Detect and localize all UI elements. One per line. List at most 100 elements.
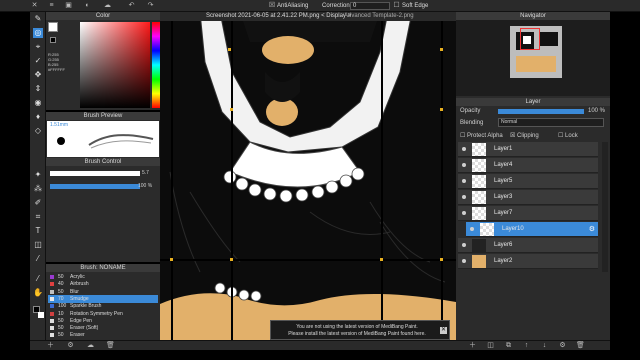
layer-row[interactable]: Layer6	[458, 238, 598, 253]
blending-label: Blending	[460, 120, 484, 126]
brush-tool-icon[interactable]: ✓	[33, 56, 43, 66]
close-icon[interactable]: ✕	[30, 2, 39, 10]
delete-layer-icon[interactable]: 🗑	[576, 341, 585, 350]
right-margin	[610, 12, 640, 350]
layer-thumbnail	[472, 239, 486, 252]
layer-name: Layer7	[494, 210, 513, 216]
correction-select[interactable]: 0	[350, 2, 390, 10]
opacity-label: Opacity	[460, 108, 481, 114]
top-toolbar: ✕ ≡ ▣ ◐ ☁ ↶ ↷ ☒ AntiAliasing Correction …	[0, 0, 640, 12]
opacity-value: 100 %	[588, 108, 606, 114]
layer-row[interactable]: Layer10 ⚙	[466, 222, 598, 237]
correction-label: Correction	[322, 3, 350, 9]
hand-tool-icon[interactable]: ✋	[33, 288, 43, 298]
color-panel: Color R:255 G:255 B:255 #FFFFFF	[46, 12, 160, 110]
menu-icon[interactable]: ≡	[47, 2, 56, 10]
move-tool-icon[interactable]: ✥	[33, 70, 43, 80]
gradient-tool-icon[interactable]: ⇕	[33, 84, 43, 94]
eye-icon[interactable]	[462, 179, 466, 183]
layer-row[interactable]: Layer4	[458, 158, 598, 173]
add-brush-icon[interactable]: ＋	[46, 341, 55, 350]
notice-line-2: Please install the latest version of Med…	[288, 331, 426, 337]
soft-edge-label: Soft Edge	[402, 3, 429, 9]
notice-close-icon[interactable]: ✕	[440, 327, 447, 334]
sub-color-swatch-small[interactable]	[50, 37, 56, 43]
move-up-icon[interactable]: ↑	[522, 341, 531, 350]
layer-scrollbar[interactable]	[602, 142, 608, 272]
tab-active-document[interactable]: Screenshot 2021-06-05 at 2.41.22 PM.png …	[206, 12, 351, 21]
brush-settings-icon[interactable]: ⚙	[66, 341, 75, 350]
brush-size-slider[interactable]	[50, 171, 140, 176]
layer-thumbnail	[472, 191, 486, 204]
dropper-tool-icon[interactable]: ✐	[33, 198, 43, 208]
bottom-bar: ＋ ⚙ ☁ 🗑 ＋ ◫ ⧉ ↑ ↓ ⚙ 🗑	[30, 340, 610, 350]
redo-icon[interactable]: ↷	[146, 2, 155, 10]
lock-checkbox[interactable]: ☐ Lock	[558, 132, 578, 139]
text-tool-icon[interactable]: T	[33, 226, 43, 236]
save-icon[interactable]: ▣	[64, 2, 73, 10]
layer-settings-icon[interactable]: ⚙	[558, 341, 567, 350]
blur-tool-icon[interactable]: ⁂	[33, 184, 43, 194]
add-halftone-layer-icon[interactable]: ◫	[486, 341, 495, 350]
selection-tool-icon[interactable]: ◎	[33, 28, 43, 38]
brush-delete-icon[interactable]: 🗑	[106, 341, 115, 350]
hue-slider[interactable]	[152, 22, 160, 108]
layer-thumbnail	[472, 175, 486, 188]
brush-opacity-slider[interactable]	[50, 184, 140, 189]
clipping-checkbox[interactable]: ☒ Clipping	[510, 132, 539, 139]
eye-icon[interactable]	[462, 195, 466, 199]
crop-tool-icon[interactable]: ⌗	[33, 212, 43, 222]
brush-color-swatch	[50, 289, 54, 294]
color-values: R:255 G:255 B:255 #FFFFFF	[48, 52, 65, 72]
update-notice[interactable]: You are not using the latest version of …	[270, 320, 450, 340]
wand-tool-icon[interactable]: ✦	[33, 170, 43, 180]
brush-color-swatch	[50, 326, 54, 331]
brush-list-title: Brush: NONAME	[46, 264, 160, 272]
add-layer-icon[interactable]: ＋	[468, 341, 477, 350]
layer-settings-gear-icon[interactable]: ⚙	[589, 222, 595, 237]
tab-other-document[interactable]: Advanced Template-2.png	[344, 12, 414, 21]
lasso-tool-icon[interactable]: ⌖	[33, 42, 43, 52]
soft-edge-checkbox[interactable]: ☐	[392, 2, 401, 10]
opacity-slider[interactable]	[498, 109, 584, 114]
pen-tool-icon[interactable]: ✎	[33, 14, 43, 24]
navigator-view[interactable]	[456, 20, 610, 96]
layer-row[interactable]: Layer5	[458, 174, 598, 189]
brush-cloud-icon[interactable]: ☁	[86, 341, 95, 350]
left-margin	[0, 12, 30, 350]
layer-name: Layer6	[494, 242, 513, 248]
layer-row[interactable]: Layer2	[458, 254, 598, 269]
layer-row[interactable]: Layer1	[458, 142, 598, 157]
brush-list-item[interactable]: 50 Eraser	[48, 331, 158, 339]
color-icon[interactable]: ◐	[83, 2, 92, 10]
eraser-tool-icon[interactable]: ◇	[33, 126, 43, 136]
undo-icon[interactable]: ↶	[127, 2, 136, 10]
picker-tool-icon[interactable]: ⁄	[33, 274, 43, 284]
duplicate-layer-icon[interactable]: ⧉	[504, 341, 513, 350]
drawing-canvas[interactable]: Screenshot 2021-06-05 at 2.41.22 PM.png …	[160, 12, 456, 350]
move-down-icon[interactable]: ↓	[540, 341, 549, 350]
frame-tool-icon[interactable]: ◫	[33, 240, 43, 250]
layer-name: Layer1	[494, 146, 513, 152]
sub-color-swatch[interactable]	[38, 312, 44, 318]
bucket-tool-icon[interactable]: ♦	[33, 112, 43, 122]
eye-icon[interactable]	[462, 259, 466, 263]
layer-row[interactable]: Layer3	[458, 190, 598, 205]
eye-icon[interactable]	[462, 243, 466, 247]
eye-icon[interactable]	[462, 211, 466, 215]
eye-icon[interactable]	[470, 227, 474, 231]
cloud-icon[interactable]: ☁	[103, 2, 112, 10]
layer-name: Layer10	[502, 226, 524, 232]
blending-select[interactable]: Normal	[498, 118, 604, 127]
protect-alpha-checkbox[interactable]: ☐ Protect Alpha	[460, 132, 503, 139]
eyedropper-tool-icon[interactable]: ⁄	[33, 254, 43, 264]
fill-tool-icon[interactable]: ◉	[33, 98, 43, 108]
main-color-swatch-large[interactable]	[48, 22, 58, 32]
eye-icon[interactable]	[462, 163, 466, 167]
brush-color-swatch	[50, 333, 54, 338]
eye-icon[interactable]	[462, 147, 466, 151]
layer-row[interactable]: Layer7	[458, 206, 598, 221]
saturation-value-square[interactable]	[80, 22, 150, 108]
brush-list: 50 Acrylic 40 Airbrush 50 Blur 70 Smudge 100 Spar…	[48, 273, 158, 339]
layer-thumbnail	[472, 207, 486, 220]
